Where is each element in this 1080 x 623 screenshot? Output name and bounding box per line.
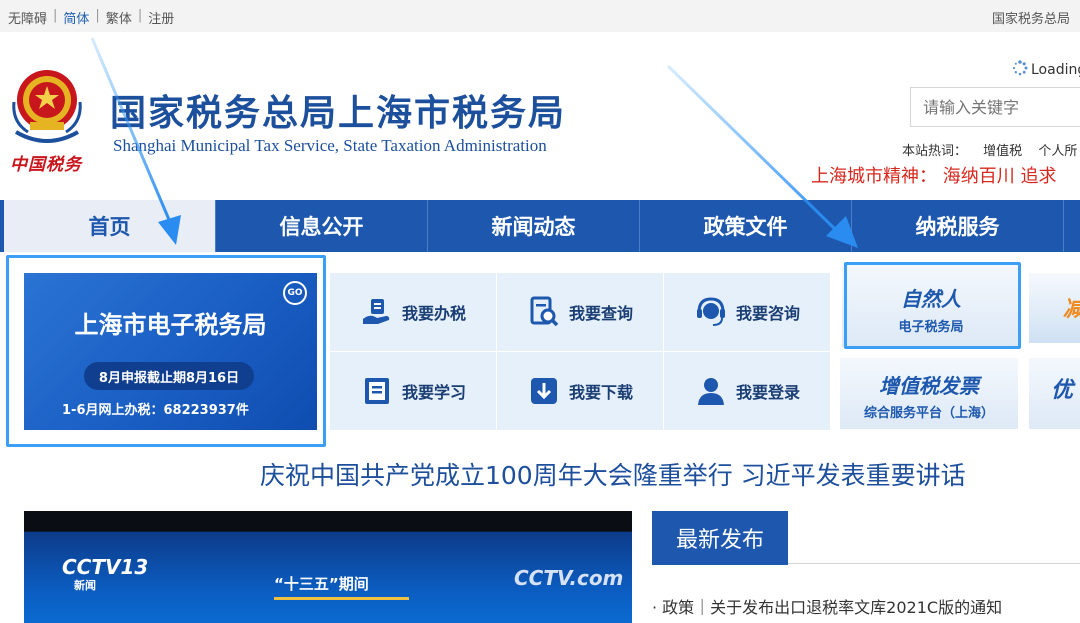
service-file-tax[interactable]: 我要办税: [330, 273, 496, 351]
hot-word-link[interactable]: 个人所: [1038, 144, 1077, 159]
service-grid: 我要办税 我要查询 我要咨询 我要学习 我要下载 我要登录: [330, 273, 830, 430]
video-caption: “十三五”期间: [274, 575, 369, 593]
service-query[interactable]: 我要查询: [497, 273, 663, 351]
spinner-icon: [1012, 60, 1028, 80]
news-video-player[interactable]: CCTV13 新闻 “十三五”期间 CCTV.com: [24, 511, 632, 623]
partial-tile-top[interactable]: 减: [1029, 273, 1080, 343]
tile-title: 减: [1063, 291, 1080, 323]
search-document-icon: [527, 295, 561, 329]
search-box: [910, 87, 1080, 127]
simplified-chinese-link[interactable]: 简体: [63, 8, 89, 27]
cctv13-logo: CCTV13 新闻: [62, 555, 148, 593]
nav-item-tax-service[interactable]: 纳税服务: [852, 200, 1064, 252]
service-label: 我要学习: [401, 383, 466, 402]
register-link[interactable]: 注册: [148, 8, 174, 27]
service-label: 我要下载: [568, 383, 633, 402]
city-spirit-slogan: 上海城市精神： 海纳百川 追求: [811, 166, 1057, 187]
service-label: 我要登录: [735, 383, 800, 402]
service-learn[interactable]: 我要学习: [330, 352, 496, 430]
book-icon: [360, 374, 394, 408]
user-icon: [694, 374, 728, 408]
service-download[interactable]: 我要下载: [497, 352, 663, 430]
hand-document-icon: [360, 295, 394, 329]
top-utility-bar: 无障碍 | 简体 | 繁体 | 注册 国家税务总局: [0, 0, 1080, 32]
china-tax-logo-text: 中国税务: [10, 155, 82, 175]
caption-underline: [274, 597, 409, 600]
nav-item-information[interactable]: 信息公开: [216, 200, 428, 252]
headline-link[interactable]: 庆祝中国共产党成立100周年大会隆重举行 习近平发表重要讲话: [260, 456, 966, 492]
separator: |: [137, 8, 143, 23]
service-label: 我要咨询: [735, 304, 800, 323]
service-consult[interactable]: 我要咨询: [664, 273, 830, 351]
latest-divider: [788, 563, 1080, 564]
tile-subtitle: 综合服务平台（上海）: [863, 406, 994, 421]
nav-item-home[interactable]: 首页: [4, 200, 216, 252]
tile-title: 增值税发票: [879, 374, 979, 398]
download-icon: [527, 374, 561, 408]
cctv13-logo-sub: 新闻: [74, 579, 96, 592]
service-label: 我要查询: [568, 304, 633, 323]
latest-item-link[interactable]: · 政策｜关于发布出口退税率文库2021C版的通知: [652, 594, 1002, 618]
search-input[interactable]: [911, 88, 1080, 126]
nav-item-news[interactable]: 新闻动态: [428, 200, 640, 252]
latest-release-tab[interactable]: 最新发布: [652, 511, 788, 565]
traditional-chinese-link[interactable]: 繁体: [106, 8, 132, 27]
hot-words-label: 本站热词：: [902, 144, 968, 159]
cctv13-logo-text: CCTV13: [62, 555, 149, 579]
loading-text: Loading: [1031, 62, 1080, 78]
tile-title: 优: [1051, 378, 1074, 403]
hot-word-link[interactable]: 增值税: [983, 144, 1022, 159]
highlight-box-e-tax: [6, 255, 326, 447]
vat-invoice-platform-tile[interactable]: 增值税发票 综合服务平台（上海）: [840, 358, 1018, 429]
main-nav: 首页 信息公开 新闻动态 政策文件 纳税服务: [0, 200, 1080, 252]
highlight-box-natural-person: [844, 262, 1021, 349]
national-emblem-icon: [8, 62, 86, 146]
headset-icon: [694, 295, 728, 329]
service-login[interactable]: 我要登录: [664, 352, 830, 430]
site-subtitle: Shanghai Municipal Tax Service, State Ta…: [113, 136, 547, 155]
topbar-links: 无障碍 | 简体 | 繁体 | 注册: [8, 8, 174, 27]
sta-home-link[interactable]: 国家税务总局: [992, 8, 1070, 27]
hot-words: 本站热词： 增值税 个人所: [902, 140, 1080, 159]
service-label: 我要办税: [401, 304, 466, 323]
separator: |: [95, 8, 100, 23]
loading-indicator: Loading: [1012, 60, 1080, 80]
nav-item-policy[interactable]: 政策文件: [640, 200, 852, 252]
separator: |: [53, 8, 58, 23]
partial-tile-bottom[interactable]: 优: [1029, 358, 1080, 429]
site-header: 中国税务 国家税务总局上海市税务局 Shanghai Municipal Tax…: [0, 32, 1080, 200]
site-title: 国家税务总局上海市税务局: [110, 93, 567, 134]
accessibility-link[interactable]: 无障碍: [8, 8, 47, 27]
cctv-com-logo: CCTV.com: [514, 566, 624, 590]
